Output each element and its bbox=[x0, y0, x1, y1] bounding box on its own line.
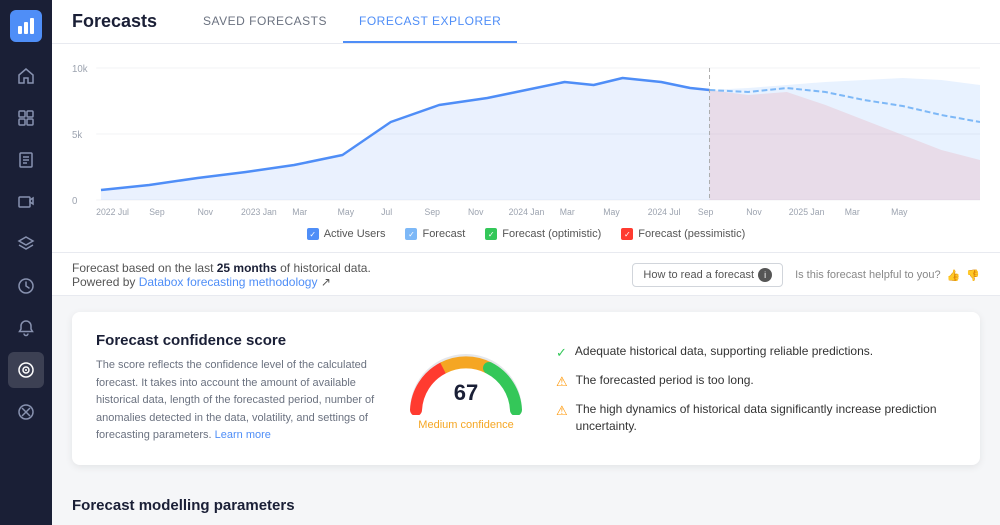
svg-text:67: 67 bbox=[454, 380, 478, 405]
page-title: Forecasts bbox=[72, 11, 157, 32]
svg-text:2024 Jul: 2024 Jul bbox=[648, 207, 681, 217]
svg-text:0: 0 bbox=[72, 196, 78, 207]
thumbs-up-icon[interactable]: 👍 bbox=[947, 269, 961, 282]
legend-forecast-optimistic[interactable]: ✓ Forecast (optimistic) bbox=[485, 228, 601, 240]
confidence-card: Forecast confidence score The score refl… bbox=[72, 312, 980, 465]
chart-footer-text: Forecast based on the last 25 months of … bbox=[72, 261, 371, 289]
chart-section: 10k 5k 0 bbox=[52, 44, 1000, 253]
svg-text:Nov: Nov bbox=[746, 207, 762, 217]
svg-text:Nov: Nov bbox=[468, 207, 484, 217]
confidence-learn-more-link[interactable]: Learn more bbox=[215, 429, 271, 441]
svg-text:2022 Jul: 2022 Jul bbox=[96, 207, 129, 217]
legend-checkbox-optimistic: ✓ bbox=[485, 228, 497, 240]
svg-text:Sep: Sep bbox=[698, 207, 714, 217]
legend-forecast-pessimistic[interactable]: ✓ Forecast (pessimistic) bbox=[621, 228, 745, 240]
methodology-link[interactable]: Databox forecasting methodology bbox=[139, 275, 318, 289]
sidebar bbox=[0, 0, 52, 525]
gauge-svg: 67 bbox=[406, 345, 526, 415]
sidebar-item-home[interactable] bbox=[8, 58, 44, 94]
warning-icon-2: ⚠ bbox=[556, 402, 568, 420]
svg-text:Nov: Nov bbox=[198, 207, 214, 217]
legend-checkbox-active-users: ✓ bbox=[307, 228, 319, 240]
sidebar-item-dashboard[interactable] bbox=[8, 100, 44, 136]
legend-checkbox-forecast: ✓ bbox=[405, 228, 417, 240]
svg-text:Jul: Jul bbox=[381, 207, 392, 217]
sidebar-item-layers[interactable] bbox=[8, 226, 44, 262]
info-icon: i bbox=[758, 268, 772, 282]
sidebar-item-clock[interactable] bbox=[8, 268, 44, 304]
app-logo[interactable] bbox=[10, 10, 42, 42]
thumbs-down-icon[interactable]: 👎 bbox=[966, 269, 980, 282]
svg-text:10k: 10k bbox=[72, 64, 88, 75]
chart-footer: Forecast based on the last 25 months of … bbox=[52, 253, 1000, 296]
confidence-items: ✓ Adequate historical data, supporting r… bbox=[556, 343, 956, 435]
gauge-label: Medium confidence bbox=[418, 419, 513, 431]
sidebar-item-video[interactable] bbox=[8, 184, 44, 220]
forecast-chart: 10k 5k 0 bbox=[72, 60, 980, 220]
legend-active-users[interactable]: ✓ Active Users bbox=[307, 228, 386, 240]
chart-svg: 10k 5k 0 bbox=[72, 60, 980, 220]
legend-forecast[interactable]: ✓ Forecast bbox=[405, 228, 465, 240]
confidence-left: Forecast confidence score The score refl… bbox=[96, 332, 376, 445]
svg-text:Mar: Mar bbox=[292, 207, 307, 217]
svg-text:Sep: Sep bbox=[149, 207, 165, 217]
page-header: Forecasts SAVED FORECASTS FORECAST EXPLO… bbox=[52, 0, 1000, 44]
confidence-description: The score reflects the confidence level … bbox=[96, 357, 376, 445]
tab-saved-forecasts[interactable]: SAVED FORECASTS bbox=[187, 0, 343, 43]
check-icon: ✓ bbox=[556, 344, 567, 362]
sidebar-item-reports[interactable] bbox=[8, 142, 44, 178]
confidence-title: Forecast confidence score bbox=[96, 332, 376, 349]
sidebar-item-forecast[interactable] bbox=[8, 352, 44, 388]
svg-text:5k: 5k bbox=[72, 130, 82, 141]
confidence-item-2: ⚠ The forecasted period is too long. bbox=[556, 372, 956, 391]
svg-text:2024 Jan: 2024 Jan bbox=[509, 207, 545, 217]
confidence-item-1: ✓ Adequate historical data, supporting r… bbox=[556, 343, 956, 362]
confidence-gauge: 67 Medium confidence bbox=[406, 345, 526, 431]
sidebar-item-help[interactable] bbox=[8, 394, 44, 430]
page-content: 10k 5k 0 bbox=[52, 44, 1000, 525]
tab-forecast-explorer[interactable]: FORECAST EXPLORER bbox=[343, 0, 517, 43]
header-tabs: SAVED FORECASTS FORECAST EXPLORER bbox=[187, 0, 517, 43]
svg-text:May: May bbox=[603, 207, 620, 217]
chart-footer-right: How to read a forecast i Is this forecas… bbox=[632, 263, 980, 287]
svg-text:May: May bbox=[338, 207, 355, 217]
svg-text:2025 Jan: 2025 Jan bbox=[789, 207, 825, 217]
warning-icon-1: ⚠ bbox=[556, 373, 568, 391]
svg-text:May: May bbox=[891, 207, 908, 217]
svg-text:Mar: Mar bbox=[845, 207, 860, 217]
svg-text:Mar: Mar bbox=[560, 207, 575, 217]
sidebar-item-alerts[interactable] bbox=[8, 310, 44, 346]
modelling-title: Forecast modelling parameters bbox=[72, 497, 980, 514]
confidence-item-3: ⚠ The high dynamics of historical data s… bbox=[556, 401, 956, 435]
chart-legend: ✓ Active Users ✓ Forecast ✓ Forecast (op… bbox=[72, 228, 980, 240]
helpful-text: Is this forecast helpful to you? 👍 👎 bbox=[795, 269, 980, 282]
legend-checkbox-pessimistic: ✓ bbox=[621, 228, 633, 240]
svg-text:2023 Jan: 2023 Jan bbox=[241, 207, 277, 217]
main-content: Forecasts SAVED FORECASTS FORECAST EXPLO… bbox=[52, 0, 1000, 525]
modelling-section: Forecast modelling parameters Include se… bbox=[52, 481, 1000, 525]
how-to-read-button[interactable]: How to read a forecast i bbox=[632, 263, 783, 287]
svg-text:Sep: Sep bbox=[425, 207, 441, 217]
